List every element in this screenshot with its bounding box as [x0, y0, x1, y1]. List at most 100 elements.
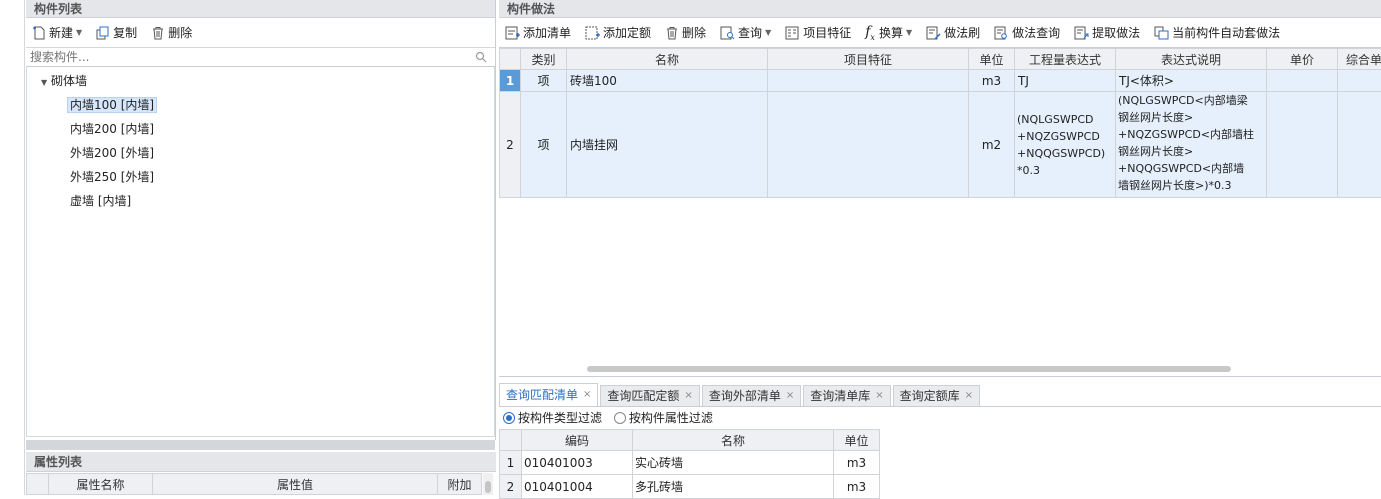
cell-total[interactable]: [1338, 70, 1381, 92]
column-header-expression-desc[interactable]: 表达式说明: [1116, 49, 1267, 70]
function-icon: fx: [865, 24, 875, 42]
close-icon[interactable]: ×: [875, 386, 883, 406]
delete-button[interactable]: 删除: [151, 24, 192, 41]
column-header-type[interactable]: 类别: [521, 49, 567, 70]
close-icon[interactable]: ×: [684, 386, 692, 406]
cell-expression-desc[interactable]: TJ<体积>: [1116, 70, 1267, 92]
horizontal-splitter[interactable]: [26, 440, 495, 450]
column-header-total[interactable]: 综合单: [1338, 49, 1381, 70]
delete-method-button[interactable]: 删除: [665, 24, 706, 41]
column-header[interactable]: 属性名称: [49, 474, 153, 495]
add-quota-label: 添加定额: [603, 24, 651, 41]
column-header-price[interactable]: 单价: [1267, 49, 1338, 70]
table-row[interactable]: 2 项 内墙挂网 m2 (NQLGSWPCD +NQZGSWPCD +NQQGS…: [500, 92, 1381, 198]
add-quota-button[interactable]: 添加定额: [585, 24, 651, 41]
column-header-unit[interactable]: 单位: [969, 49, 1015, 70]
right-splitter[interactable]: [499, 376, 1381, 380]
radio-unchecked-icon[interactable]: [614, 412, 626, 424]
chevron-down-icon[interactable]: ▼: [765, 28, 771, 37]
tab-label: 查询匹配清单: [506, 385, 578, 405]
tree-item-virtual-wall[interactable]: 虚墙 [内墙]: [27, 189, 494, 213]
column-header-code[interactable]: 编码: [522, 430, 633, 451]
cell-price[interactable]: [1267, 70, 1338, 92]
filter-by-attr-radio[interactable]: 按构件属性过滤: [614, 411, 713, 425]
property-list-pane: 属性列表 属性名称 属性值 附加: [26, 452, 496, 495]
column-header-expression[interactable]: 工程量表达式: [1015, 49, 1116, 70]
chevron-down-icon[interactable]: ▼: [906, 28, 912, 37]
scrollbar-thumb[interactable]: [485, 481, 491, 493]
tab-query-matched-list[interactable]: 查询匹配清单×: [499, 383, 598, 406]
method-query-button[interactable]: 做法查询: [994, 24, 1060, 41]
row-number[interactable]: 1: [500, 70, 521, 92]
filter-by-type-radio[interactable]: 按构件类型过滤: [503, 411, 602, 425]
search-input[interactable]: [26, 48, 495, 66]
cell-unit[interactable]: m2: [969, 92, 1015, 198]
cell-expression[interactable]: (NQLGSWPCD +NQZGSWPCD +NQQGSWPCD) *0.3: [1015, 92, 1116, 198]
tab-query-matched-quota[interactable]: 查询匹配定额×: [600, 385, 699, 406]
new-button[interactable]: 新建 ▼: [32, 24, 82, 41]
expression-line: +NQQGSWPCD): [1017, 145, 1115, 162]
row-number[interactable]: 1: [500, 451, 522, 475]
convert-button[interactable]: fx 换算 ▼: [865, 24, 912, 42]
column-header[interactable]: 属性值: [153, 474, 438, 495]
cell-unit[interactable]: m3: [969, 70, 1015, 92]
method-brush-button[interactable]: 做法刷: [926, 24, 980, 41]
scrollbar-thumb[interactable]: [587, 366, 1231, 372]
brush-icon: [926, 26, 941, 40]
tree-expand-icon[interactable]: ▼: [41, 78, 47, 87]
table-row[interactable]: 1 010401003 实心砖墙 m3: [500, 451, 880, 475]
search-box: [26, 48, 495, 67]
column-header-name[interactable]: 名称: [567, 49, 768, 70]
copy-button[interactable]: 复制: [96, 24, 137, 41]
chevron-down-icon[interactable]: ▼: [76, 28, 82, 37]
column-header[interactable]: 附加: [438, 474, 482, 495]
cell-unit[interactable]: m3: [834, 451, 880, 475]
cell-total[interactable]: [1338, 92, 1381, 198]
column-header-name[interactable]: 名称: [633, 430, 834, 451]
tab-query-quota-library[interactable]: 查询定额库×: [893, 385, 980, 406]
item-feature-button[interactable]: 项目特征: [785, 24, 851, 41]
scrollbar[interactable]: [483, 473, 493, 495]
cell-name[interactable]: 砖墙100: [567, 70, 768, 92]
cell-type[interactable]: 项: [521, 70, 567, 92]
radio-checked-icon[interactable]: [503, 412, 515, 424]
cell-name[interactable]: 实心砖墙: [633, 451, 834, 475]
property-list-title: 属性列表: [26, 452, 496, 472]
cell-code[interactable]: 010401003: [522, 451, 633, 475]
close-icon[interactable]: ×: [965, 386, 973, 406]
method-brush-label: 做法刷: [944, 24, 980, 41]
cell-price[interactable]: [1267, 92, 1338, 198]
cell-feature[interactable]: [768, 92, 969, 198]
column-header-feature[interactable]: 项目特征: [768, 49, 969, 70]
tree-item-inner-wall-100[interactable]: 内墙100 [内墙]: [27, 93, 494, 117]
cell-name[interactable]: 内墙挂网: [567, 92, 768, 198]
cell-feature[interactable]: [768, 70, 969, 92]
cell-expression[interactable]: TJ: [1015, 70, 1116, 92]
auto-apply-method-button[interactable]: 当前构件自动套做法: [1154, 24, 1280, 41]
add-list-icon: [505, 26, 520, 40]
tree-item-inner-wall-200[interactable]: 内墙200 [内墙]: [27, 117, 494, 141]
cell-type[interactable]: 项: [521, 92, 567, 198]
column-header-unit[interactable]: 单位: [834, 430, 880, 451]
filter-by-attr-label: 按构件属性过滤: [629, 411, 713, 425]
query-button[interactable]: 查询 ▼: [720, 24, 771, 41]
tree-item-outer-wall-250[interactable]: 外墙250 [外墙]: [27, 165, 494, 189]
method-toolbar: 添加清单 添加定额 删除 查询 ▼ 项目特征 fx 换算 ▼ 做法刷: [499, 18, 1381, 48]
add-list-button[interactable]: 添加清单: [505, 24, 571, 41]
close-icon[interactable]: ×: [786, 386, 794, 406]
tree-item-outer-wall-200[interactable]: 外墙200 [外墙]: [27, 141, 494, 165]
row-number[interactable]: 2: [500, 92, 521, 198]
delete-method-label: 删除: [682, 24, 706, 41]
query-icon: [720, 26, 735, 40]
extract-method-button[interactable]: 提取做法: [1074, 24, 1140, 41]
close-icon[interactable]: ×: [583, 385, 591, 405]
tree-root-masonry-wall[interactable]: ▼ 砌体墙: [27, 69, 494, 93]
horizontal-scrollbar[interactable]: [499, 364, 1381, 374]
search-icon[interactable]: [475, 51, 487, 63]
desc-line: 墙钢丝网片长度>)*0.3: [1118, 177, 1266, 194]
tab-query-external-list[interactable]: 查询外部清单×: [702, 385, 801, 406]
cell-expression-desc[interactable]: (NQLGSWPCD<内部墙梁 钢丝网片长度> +NQZGSWPCD<内部墙柱 …: [1116, 92, 1267, 198]
table-row[interactable]: 1 项 砖墙100 m3 TJ TJ<体积>: [500, 70, 1381, 92]
auto-apply-method-label: 当前构件自动套做法: [1172, 24, 1280, 41]
tab-query-list-library[interactable]: 查询清单库×: [803, 385, 890, 406]
